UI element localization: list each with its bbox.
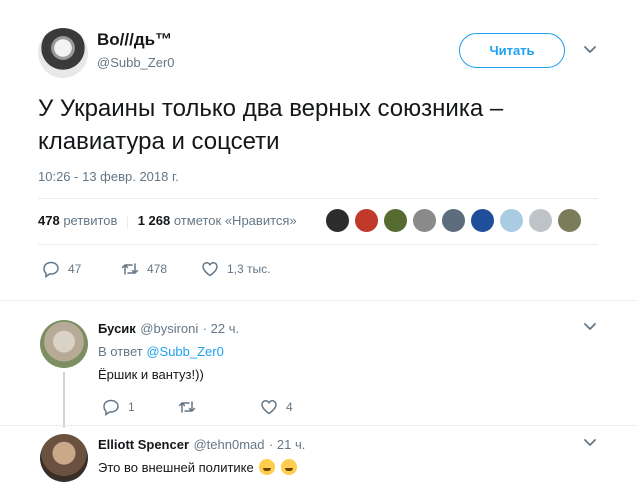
retweets-count: 478 [38,213,60,228]
like-count: 1,3 тыс. [227,262,271,276]
tweet-timestamp[interactable]: 10:26 - 13 февр. 2018 г. [38,169,179,184]
reply-text-row: Это во внешней политике [98,459,297,475]
follow-button[interactable]: Читать [459,33,565,68]
reply-time[interactable]: · 22 ч. [203,321,239,336]
divider [38,244,598,245]
grinning-squinting-face-emoji-icon [280,459,297,475]
liker-avatar[interactable] [470,208,495,233]
reply-time[interactable]: · 21 ч. [269,437,305,452]
chevron-down-icon[interactable] [583,320,597,334]
author-avatar[interactable] [38,28,88,78]
tweet-text: У Украины только два верных союзника – к… [38,95,504,155]
reply-header: Elliott Spencer @tehn0mad · 21 ч. [98,436,305,454]
retweet-icon [121,263,139,275]
reply-to-link[interactable]: @Subb_Zer0 [146,344,224,359]
liker-avatar[interactable] [412,208,437,233]
liker-avatar[interactable] [499,208,524,233]
liker-avatar[interactable] [354,208,379,233]
author-handle[interactable]: @Subb_Zer0 [97,55,175,70]
liker-avatar[interactable] [557,208,582,233]
reply-header: Бусик @bysironi · 22 ч. [98,320,239,338]
retweet-icon [178,401,196,413]
divider [38,198,598,199]
section-divider [0,425,637,426]
reply-prefix: В ответ [98,344,143,359]
likers-avatars [325,208,582,233]
retweet-count: 478 [147,262,168,276]
zany-face-emoji-icon [259,459,276,475]
like-action[interactable]: 1,3 тыс. [201,260,270,278]
retweet-action[interactable]: 478 [121,260,167,278]
reply-count: 1 [128,400,135,414]
reply-avatar[interactable] [40,320,88,368]
author-display-name[interactable]: Во///дь™ [97,30,172,50]
reply-display-name[interactable]: Elliott Spencer [98,437,189,452]
chevron-down-icon[interactable] [583,436,597,450]
retweets-stat[interactable]: 478 ретвитов [38,213,117,228]
reply-text: Это во внешней политике [98,460,254,475]
reply-action[interactable]: 47 [42,260,81,278]
like-action[interactable]: 4 [260,398,293,416]
like-count: 4 [286,400,293,414]
heart-icon [261,400,277,415]
likes-label: отметок «Нравится» [173,213,297,228]
liker-avatar[interactable] [325,208,350,233]
reply-text: Ёршик и вантуз!)) [98,367,204,382]
reply-icon [43,261,59,278]
reply-display-name[interactable]: Бусик [98,321,136,336]
reply-avatar[interactable] [40,434,88,482]
liker-avatar[interactable] [528,208,553,233]
liker-avatar[interactable] [441,208,466,233]
likes-stat[interactable]: 1 268 отметок «Нравится» [138,213,297,228]
reply-icon [103,399,119,416]
reply-count: 47 [68,262,82,276]
reply-action[interactable]: 1 [102,398,135,416]
reply-context: В ответ @Subb_Zer0 [98,344,224,359]
retweets-label: ретвитов [63,213,118,228]
likes-count: 1 268 [137,213,171,228]
section-divider [0,300,637,301]
reply-handle[interactable]: @tehn0mad [193,437,264,452]
heart-icon [202,262,218,277]
liker-avatar[interactable] [383,208,408,233]
reply-handle[interactable]: @bysironi [140,321,198,336]
chevron-down-icon[interactable] [583,43,597,57]
thread-connector [63,372,65,428]
stats-separator [127,214,129,229]
tweet-stats: 478 ретвитов 1 268 отметок «Нравится» [38,213,297,229]
retweet-action[interactable] [178,398,204,416]
